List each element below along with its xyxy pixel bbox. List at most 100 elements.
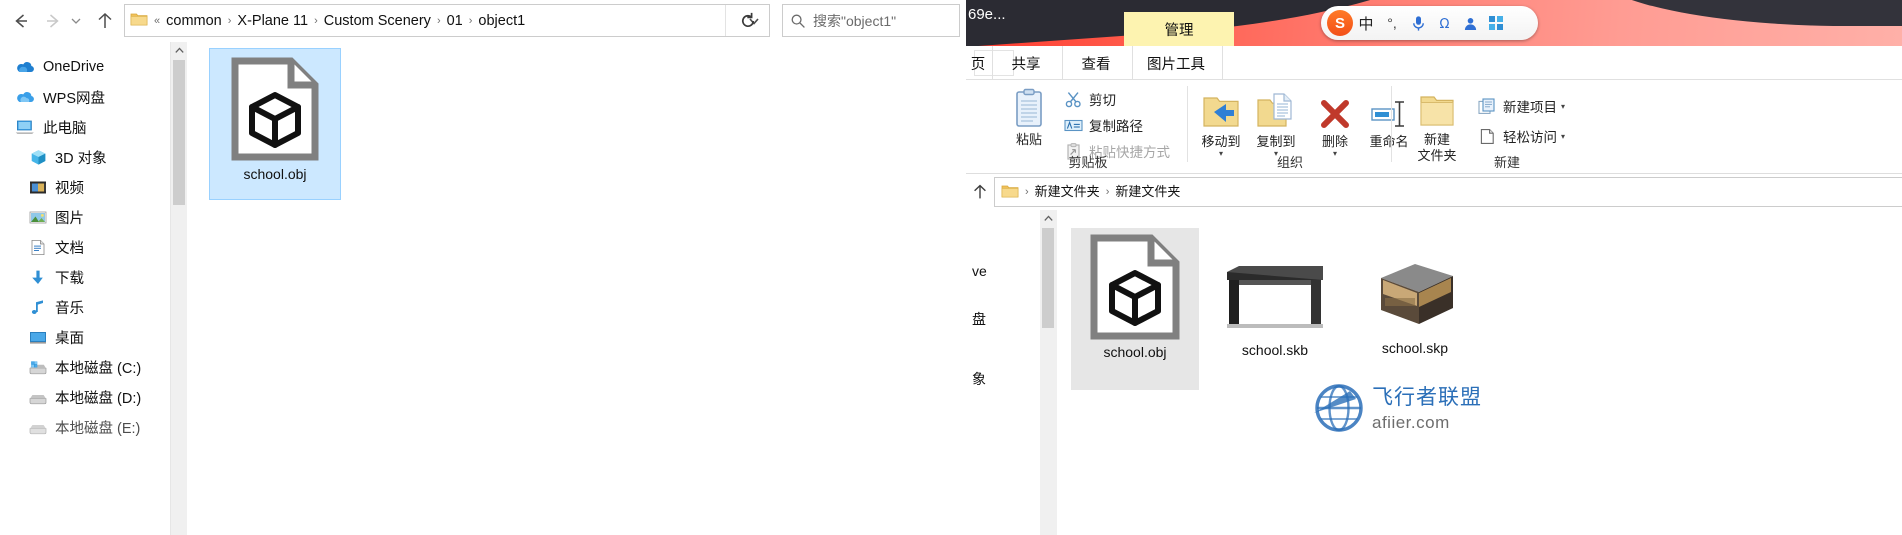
onedrive-cloud-icon	[14, 58, 36, 76]
chevron-down-icon[interactable]: ▾	[1561, 102, 1565, 111]
nav-item-this-pc[interactable]: 此电脑	[0, 112, 170, 142]
nav-item-onedrive[interactable]: OneDrive	[0, 52, 170, 82]
folder-icon	[130, 11, 148, 30]
nav-item-drive-c[interactable]: 本地磁盘 (C:)	[0, 352, 170, 382]
grid-icon[interactable]	[1483, 10, 1509, 36]
nav-item-drive-d[interactable]: 本地磁盘 (D:)	[0, 382, 170, 412]
nav-item-documents[interactable]: 文档	[0, 232, 170, 262]
recent-locations-button[interactable]	[66, 6, 86, 36]
ime-punctuation-toggle[interactable]: °,	[1379, 10, 1405, 36]
nav-item-label: 图片	[55, 210, 84, 227]
pictures-icon	[28, 208, 48, 226]
breadcrumb-separator[interactable]: ›	[1023, 177, 1031, 207]
mic-icon[interactable]	[1405, 10, 1431, 36]
search-input[interactable]: 搜索"object1"	[813, 11, 896, 31]
ribbon-group-new: 新建 文件夹 新建项目 ▾ 轻松访问 ▾ 新建	[1392, 80, 1622, 173]
ime-language-toggle[interactable]: 中	[1353, 10, 1379, 36]
breadcrumb-separator[interactable]: ›	[226, 6, 234, 36]
right-address-bar[interactable]: › 新建文件夹 › 新建文件夹	[994, 177, 1902, 207]
nav-item-music[interactable]: 音乐	[0, 292, 170, 322]
sogou-logo-icon[interactable]: S	[1327, 10, 1353, 36]
nav-pane-scrollbar[interactable]	[170, 42, 187, 535]
new-item-button[interactable]: 新建项目 ▾	[1476, 94, 1565, 118]
refresh-button[interactable]	[725, 5, 769, 36]
nav-item-label: OneDrive	[43, 59, 105, 75]
omega-icon[interactable]: Ω	[1431, 10, 1457, 36]
breadcrumb-item-common[interactable]: common	[162, 6, 226, 36]
contextual-tab-manage[interactable]: 管理	[1124, 12, 1234, 46]
breadcrumb-separator[interactable]: ›	[1104, 177, 1112, 207]
copy-to-button[interactable]: 复制到 ▾	[1247, 88, 1305, 158]
nav-item-desktop[interactable]: 桌面	[0, 322, 170, 352]
desktop-wallpaper: 69e... S 中 °, Ω	[966, 0, 1902, 46]
tab-share[interactable]: 共享	[992, 46, 1060, 80]
address-bar[interactable]: « common › X-Plane 11 › Custom Scenery ›…	[124, 4, 770, 37]
nav-item-label: WPS网盘	[43, 90, 106, 107]
tab-picture-tools[interactable]: 图片工具	[1132, 46, 1220, 80]
delete-label: 删除	[1321, 134, 1348, 149]
breadcrumb-item-xplane11[interactable]: X-Plane 11	[233, 6, 312, 36]
sogou-ime-toolbar[interactable]: S 中 °, Ω	[1321, 6, 1538, 40]
skp-thumbnail	[1369, 254, 1461, 336]
scrollbar-thumb[interactable]	[173, 60, 185, 205]
back-button[interactable]	[6, 6, 36, 36]
file-item-school-obj[interactable]: school.obj	[1071, 228, 1199, 390]
cut-label: 剪切	[1089, 93, 1116, 108]
right-address-row: › 新建文件夹 › 新建文件夹	[966, 174, 1902, 210]
breadcrumb-item-new-folder-1[interactable]: 新建文件夹	[1031, 177, 1104, 207]
easy-access-button[interactable]: 轻松访问 ▾	[1476, 124, 1565, 148]
chevron-down-icon[interactable]: ▾	[1561, 132, 1565, 141]
downloads-icon	[28, 268, 48, 286]
copy-path-label: 复制路径	[1089, 119, 1143, 134]
breadcrumb-item-object1[interactable]: object1	[474, 6, 529, 36]
tab-home[interactable]: 页	[966, 46, 990, 80]
nav-item-label: 本地磁盘 (D:)	[55, 390, 142, 407]
nav-item-wps-cloud[interactable]: WPS网盘	[0, 82, 170, 112]
breadcrumb-separator[interactable]: ›	[467, 6, 475, 36]
move-to-button[interactable]: 移动到 ▾	[1192, 88, 1250, 158]
nav-item-drive-e[interactable]: 本地磁盘 (E:)	[0, 412, 170, 442]
right-nav-item-wps-partial[interactable]: 盘	[966, 304, 1040, 334]
up-button[interactable]	[90, 6, 120, 36]
nav-item-label: 本地磁盘 (E:)	[55, 420, 141, 437]
scroll-up-icon[interactable]	[1040, 210, 1056, 227]
right-nav-item-objects-partial[interactable]: 象	[966, 364, 1040, 394]
breadcrumb-separator[interactable]: ›	[435, 6, 443, 36]
breadcrumb-item-new-folder-2[interactable]: 新建文件夹	[1111, 177, 1184, 207]
file-item-school-skb[interactable]: school.skb	[1211, 228, 1339, 410]
right-nav-scrollbar[interactable]	[1040, 210, 1057, 535]
left-file-list[interactable]: school.obj	[188, 42, 966, 535]
breadcrumb-overflow[interactable]: «	[152, 6, 162, 36]
scroll-up-icon[interactable]	[171, 42, 187, 59]
right-up-button[interactable]	[966, 178, 994, 206]
new-folder-label-line1: 新建	[1423, 132, 1450, 147]
breadcrumb-item-custom-scenery[interactable]: Custom Scenery	[320, 6, 435, 36]
paste-button[interactable]: 粘贴	[1000, 86, 1058, 148]
ribbon-group-label-clipboard: 剪贴板	[1068, 155, 1108, 170]
right-nav-item-onedrive-partial[interactable]: ve	[966, 256, 1040, 286]
copy-path-button[interactable]: 复制路径	[1062, 113, 1143, 137]
delete-button[interactable]: 删除 ▾	[1306, 88, 1364, 158]
nav-item-videos[interactable]: 视频	[0, 172, 170, 202]
nav-item-downloads[interactable]: 下载	[0, 262, 170, 292]
nav-item-label: 视频	[55, 180, 84, 197]
cut-button[interactable]: 剪切	[1062, 87, 1116, 111]
nav-item-label: 音乐	[55, 300, 84, 317]
nav-item-pictures[interactable]: 图片	[0, 202, 170, 232]
nav-item-3d-objects[interactable]: 3D 对象	[0, 142, 170, 172]
breadcrumb-item-01[interactable]: 01	[443, 6, 467, 36]
tab-view[interactable]: 查看	[1062, 46, 1130, 80]
scrollbar-thumb[interactable]	[1042, 228, 1054, 328]
easy-access-label: 轻松访问	[1503, 130, 1557, 145]
forward-button[interactable]	[38, 6, 68, 36]
move-to-label: 移动到	[1201, 134, 1241, 149]
drive-d-icon	[28, 388, 48, 406]
file-item-label: school.obj	[243, 166, 307, 182]
file-item-school-obj[interactable]: school.obj	[209, 48, 341, 200]
search-box[interactable]: 搜索"object1"	[782, 4, 960, 37]
left-navigation-pane: OneDrive WPS网盘 此电脑 3D 对象 视频 图片 文档 下载 音乐 …	[0, 42, 170, 535]
user-icon[interactable]	[1457, 10, 1483, 36]
breadcrumb-separator[interactable]: ›	[312, 6, 320, 36]
right-file-list[interactable]: school.obj school.skb school.skp	[1057, 210, 1902, 535]
file-item-school-skp[interactable]: school.skp	[1351, 228, 1479, 410]
